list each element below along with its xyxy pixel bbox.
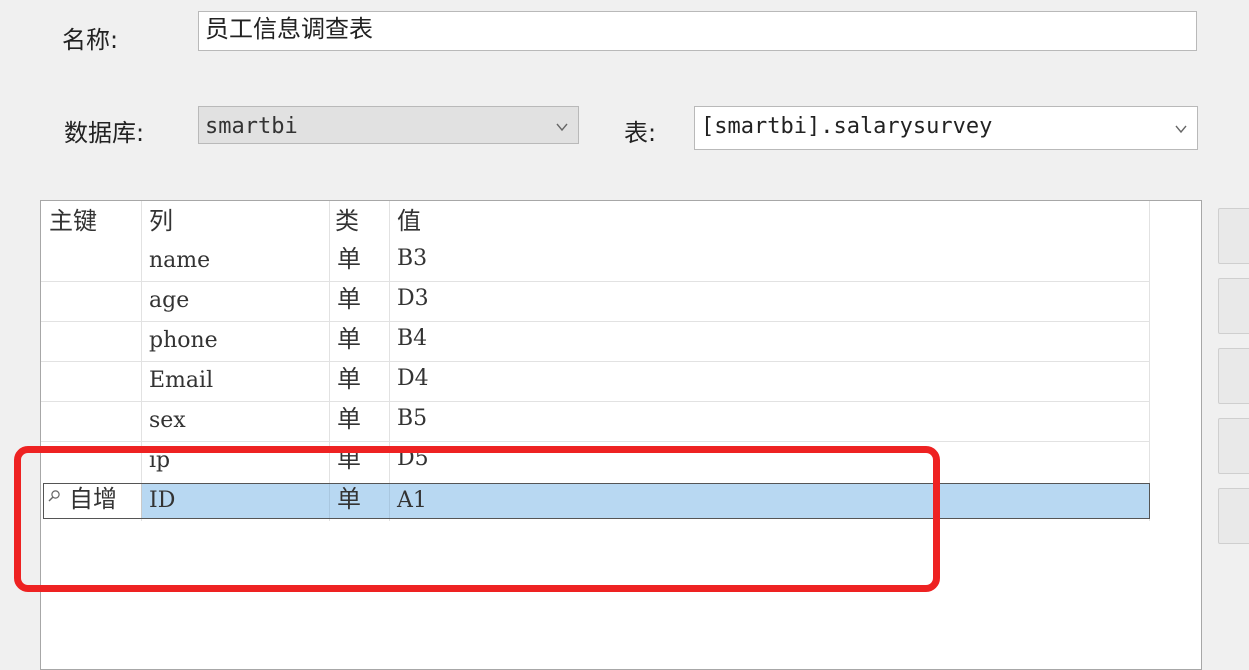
header-type: 类: [335, 207, 359, 235]
chevron-down-icon: [1175, 125, 1187, 134]
row-value-cell[interactable]: B5: [397, 399, 427, 439]
row-value-cell[interactable]: B4: [397, 319, 427, 359]
row-type-cell[interactable]: 单: [337, 239, 361, 279]
row-column-cell[interactable]: name: [149, 241, 210, 281]
database-select[interactable]: smartbi: [198, 106, 579, 144]
name-input[interactable]: 员工信息调查表: [198, 11, 1197, 51]
row-column-cell[interactable]: age: [149, 281, 189, 321]
row-column-cell[interactable]: Email: [149, 361, 213, 401]
side-button-3[interactable]: [1218, 348, 1249, 404]
row-value-cell[interactable]: D4: [397, 359, 429, 399]
row-value-cell[interactable]: D3: [397, 279, 429, 319]
highlight-annotation-box: [14, 446, 940, 592]
name-label: 名称:: [62, 26, 119, 54]
row-value-cell[interactable]: B3: [397, 239, 427, 279]
table-select-value: [smartbi].salarysurvey: [701, 114, 993, 139]
mapping-grid[interactable]: 主键 列 类 值 name 单 B3 age 单 D3 phone 单 B4 E…: [40, 200, 1202, 670]
side-button-5[interactable]: [1218, 488, 1249, 544]
row-type-cell[interactable]: 单: [337, 359, 361, 399]
header-primary-key: 主键: [49, 207, 97, 235]
grid-divider: [41, 401, 1149, 402]
row-type-cell[interactable]: 单: [337, 319, 361, 359]
table-label: 表:: [624, 119, 657, 147]
grid-divider: [41, 281, 1149, 282]
database-select-value: smartbi: [205, 114, 298, 139]
side-button-1[interactable]: [1218, 208, 1249, 264]
row-type-cell[interactable]: 单: [337, 399, 361, 439]
row-column-cell[interactable]: phone: [149, 321, 218, 361]
grid-divider: [1149, 201, 1150, 521]
row-type-cell[interactable]: 单: [337, 279, 361, 319]
grid-divider: [41, 441, 1149, 442]
chevron-down-icon: [556, 123, 568, 132]
row-column-cell[interactable]: sex: [149, 401, 186, 441]
side-button-4[interactable]: [1218, 418, 1249, 474]
table-select[interactable]: [smartbi].salarysurvey: [694, 106, 1198, 150]
header-column: 列: [149, 207, 173, 235]
database-label: 数据库:: [64, 119, 145, 147]
header-value: 值: [397, 207, 421, 235]
side-button-2[interactable]: [1218, 278, 1249, 334]
